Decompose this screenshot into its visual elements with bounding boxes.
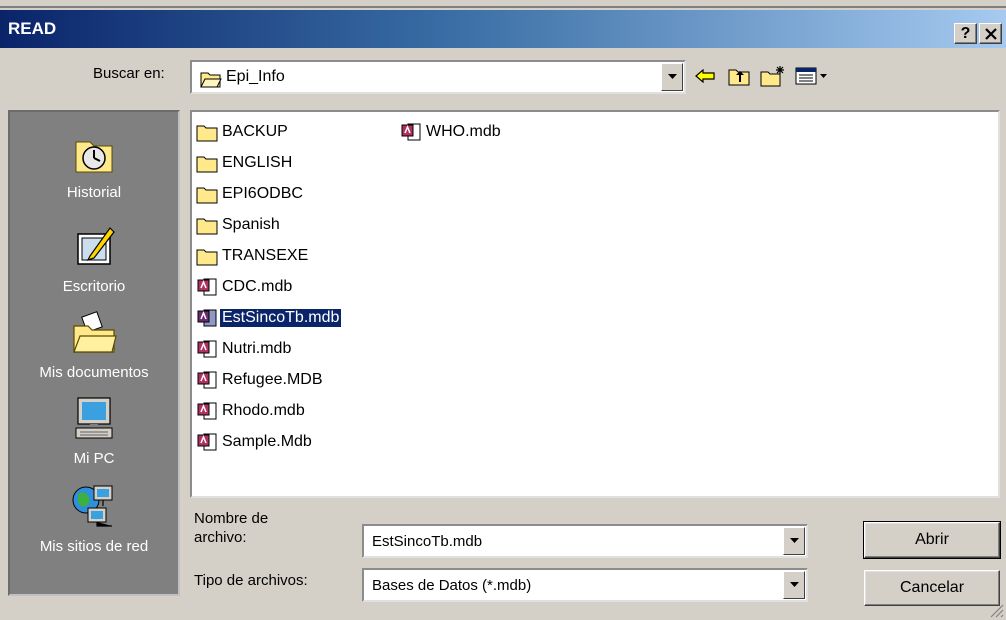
close-button[interactable] (979, 23, 1002, 44)
place-mi-pc[interactable]: Mi PC (10, 394, 178, 467)
folder-icon (196, 218, 218, 235)
chevron-down-icon (789, 538, 799, 543)
back-arrow-icon (695, 69, 715, 83)
access-db-icon (401, 123, 421, 141)
filename-dropdown-button[interactable] (783, 527, 805, 555)
filename-label: Nombre de archivo: (194, 510, 269, 546)
window-title: READ (8, 19, 57, 38)
access-db-icon (197, 278, 217, 296)
new-folder-button[interactable] (758, 62, 788, 90)
help-button[interactable]: ? (954, 23, 977, 44)
file-item[interactable]: Sample.Mdb (196, 430, 314, 454)
place-label: Mis sitios de red (39, 538, 149, 555)
open-folder-icon (200, 72, 222, 88)
place-mis-documentos[interactable]: Mis documentos (10, 308, 178, 381)
new-folder-icon (760, 66, 784, 87)
look-in-combobox[interactable]: Epi_Info (190, 60, 686, 94)
folder-icon (196, 187, 218, 204)
resize-grip-icon[interactable] (988, 602, 1004, 618)
place-escritorio[interactable]: Escritorio (10, 222, 178, 295)
place-label: Historial (66, 184, 122, 201)
look-in-label: Buscar en: (93, 65, 165, 82)
folder-item[interactable]: ENGLISH (196, 151, 294, 175)
place-historial[interactable]: Historial (10, 128, 178, 201)
title-bar[interactable]: READ ? (0, 10, 1006, 48)
folder-icon (196, 249, 218, 266)
up-folder-button[interactable] (724, 62, 754, 90)
place-label: Escritorio (62, 278, 126, 295)
look-in-dropdown-button[interactable] (661, 63, 683, 91)
view-menu-icon (795, 67, 827, 85)
file-item-selected[interactable]: EstSincoTb.mdb (196, 306, 342, 330)
folder-item[interactable]: BACKUP (196, 120, 290, 144)
chevron-down-icon (789, 582, 799, 587)
folder-item[interactable]: Spanish (196, 213, 282, 237)
file-item[interactable]: Nutri.mdb (196, 337, 293, 361)
background-window-strip (0, 0, 1006, 10)
filetype-value: Bases de Datos (*.mdb) (372, 577, 532, 594)
place-label: Mis documentos (39, 364, 149, 381)
folder-icon (196, 125, 218, 142)
access-db-icon (197, 340, 217, 358)
folder-item[interactable]: EPI6ODBC (196, 182, 305, 206)
access-db-icon (197, 433, 217, 451)
close-icon (984, 28, 997, 40)
access-db-icon (197, 402, 217, 420)
network-places-icon (72, 485, 113, 527)
place-mis-sitios-de-red[interactable]: Mis sitios de red (10, 482, 178, 555)
file-item[interactable]: WHO.mdb (400, 120, 503, 144)
file-item[interactable]: Rhodo.mdb (196, 399, 307, 423)
place-label: Mi PC (73, 450, 115, 467)
filetype-combobox[interactable]: Bases de Datos (*.mdb) (362, 568, 808, 602)
cancel-button[interactable]: Cancelar (864, 570, 1000, 606)
places-bar: Historial Escritorio Mis documentos Mi P… (8, 110, 180, 596)
access-db-icon (197, 309, 217, 327)
file-list[interactable]: BACKUP ENGLISH EPI6ODBC Spanish TRANSEXE… (190, 110, 1000, 498)
access-db-icon (197, 371, 217, 389)
open-button[interactable]: Abrir (863, 521, 1001, 559)
look-in-value: Epi_Info (226, 68, 285, 85)
my-documents-icon (73, 311, 117, 353)
filename-input[interactable]: EstSincoTb.mdb (372, 533, 482, 550)
file-item[interactable]: Refugee.MDB (196, 368, 325, 392)
up-folder-icon (728, 69, 750, 86)
chevron-down-icon (667, 74, 677, 79)
back-button[interactable] (690, 62, 720, 90)
file-item[interactable]: CDC.mdb (196, 275, 294, 299)
folder-item[interactable]: TRANSEXE (196, 244, 310, 268)
history-icon (75, 141, 113, 173)
desktop-icon (77, 227, 115, 265)
filetype-dropdown-button[interactable] (783, 571, 805, 599)
filetype-label: Tipo de archivos: (194, 572, 308, 589)
filename-combobox[interactable]: EstSincoTb.mdb (362, 524, 808, 558)
view-menu-button[interactable] (792, 62, 834, 90)
folder-icon (196, 156, 218, 173)
my-computer-icon (75, 397, 113, 439)
